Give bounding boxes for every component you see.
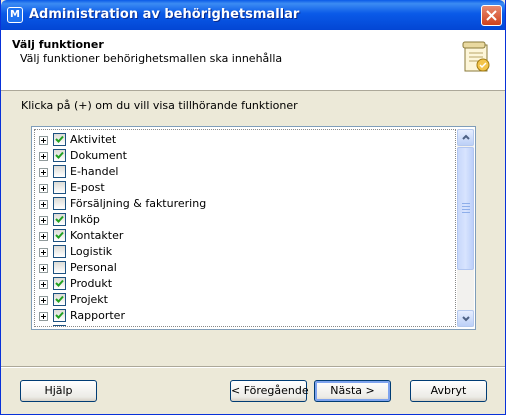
function-checkbox[interactable] (53, 277, 66, 290)
expand-plus-icon[interactable] (39, 232, 48, 241)
function-label: Försäljning & fakturering (70, 197, 207, 210)
wizard-document-icon (462, 41, 490, 72)
chevron-down-icon (462, 316, 470, 322)
tree-item[interactable]: Redovisning (35, 324, 455, 326)
function-checkbox[interactable] (53, 325, 66, 326)
tree-item[interactable]: Projekt (35, 292, 455, 308)
expand-plus-icon[interactable] (39, 152, 48, 161)
thumb-grip (462, 209, 470, 210)
tree-items: Aktivitet Dokument E-handel E-post Försäljni… (34, 129, 456, 327)
tree-item[interactable]: Rapporter (35, 308, 455, 324)
function-checkbox[interactable] (53, 245, 66, 258)
thumb-grip (462, 203, 470, 204)
function-checkbox[interactable] (53, 261, 66, 274)
scroll-up-button[interactable] (457, 129, 474, 146)
chevron-up-icon (462, 134, 470, 140)
thumb-grip (462, 212, 470, 213)
close-button[interactable] (481, 5, 502, 26)
function-label: E-handel (70, 165, 119, 178)
expand-plus-icon[interactable] (39, 312, 48, 321)
tree-item[interactable]: E-handel (35, 164, 455, 180)
function-label: Kontakter (70, 229, 124, 242)
expand-plus-icon[interactable] (39, 168, 48, 177)
function-label: Personal (70, 261, 117, 274)
thumb-grip (462, 206, 470, 207)
functions-tree[interactable]: Aktivitet Dokument E-handel E-post Försäljni… (31, 126, 476, 330)
checkmark-icon (55, 295, 64, 303)
function-label: Dokument (70, 149, 127, 162)
expand-plus-icon[interactable] (39, 264, 48, 273)
expand-plus-icon[interactable] (39, 280, 48, 289)
tree-item[interactable]: Inköp (35, 212, 455, 228)
checkmark-icon (55, 231, 64, 239)
function-label: Projekt (70, 293, 108, 306)
function-label: Redovisning (70, 325, 137, 326)
function-checkbox[interactable] (53, 213, 66, 226)
function-checkbox[interactable] (53, 165, 66, 178)
checkmark-icon (55, 215, 64, 223)
wizard-header: Välj funktioner Välj funktioner behörigh… (1, 30, 505, 91)
checkmark-icon (55, 311, 64, 319)
function-checkbox[interactable] (53, 149, 66, 162)
tree-item[interactable]: E-post (35, 180, 455, 196)
function-label: Produkt (70, 277, 113, 290)
expand-plus-icon[interactable] (39, 136, 48, 145)
title-bar[interactable]: M Administration av behörighetsmallar (1, 0, 505, 30)
function-checkbox[interactable] (53, 293, 66, 306)
expand-plus-icon[interactable] (39, 296, 48, 305)
step-title: Välj funktioner (12, 38, 104, 51)
function-checkbox[interactable] (53, 229, 66, 242)
function-label: Inköp (70, 213, 100, 226)
cancel-button[interactable]: Avbryt (410, 380, 487, 402)
tree-item[interactable]: Produkt (35, 276, 455, 292)
function-checkbox[interactable] (53, 197, 66, 210)
scroll-down-button[interactable] (457, 310, 474, 327)
scroll-thumb[interactable] (457, 147, 474, 270)
checkmark-icon (55, 279, 64, 287)
checkmark-icon (55, 135, 64, 143)
dialog-window: M Administration av behörighetsmallar Vä… (0, 0, 506, 415)
tree-item[interactable]: Försäljning & fakturering (35, 196, 455, 212)
help-button[interactable]: Hjälp (20, 380, 97, 402)
expand-plus-icon[interactable] (39, 184, 48, 193)
app-logo-icon: M (7, 7, 23, 23)
tree-item[interactable]: Aktivitet (35, 132, 455, 148)
function-label: Rapporter (70, 309, 125, 322)
vertical-scrollbar[interactable] (457, 129, 474, 327)
window-title: Administration av behörighetsmallar (29, 7, 300, 22)
expand-plus-icon[interactable] (39, 200, 48, 209)
footer-divider (1, 366, 505, 368)
instruction-text: Klicka på (+) om du vill visa tillhörand… (21, 99, 298, 112)
function-label: Logistik (70, 245, 113, 258)
tree-item[interactable]: Dokument (35, 148, 455, 164)
function-label: Aktivitet (70, 133, 117, 146)
expand-plus-icon[interactable] (39, 216, 48, 225)
function-checkbox[interactable] (53, 309, 66, 322)
tree-item[interactable]: Kontakter (35, 228, 455, 244)
next-button[interactable]: Nästa > (314, 380, 391, 402)
close-icon (486, 10, 497, 21)
function-checkbox[interactable] (53, 181, 66, 194)
function-checkbox[interactable] (53, 133, 66, 146)
function-label: E-post (70, 181, 105, 194)
checkmark-icon (55, 151, 64, 159)
step-subtitle: Välj funktioner behörighetsmallen ska in… (20, 52, 283, 65)
tree-item[interactable]: Logistik (35, 244, 455, 260)
tree-item[interactable]: Personal (35, 260, 455, 276)
previous-button[interactable]: < Föregående (230, 380, 309, 402)
expand-plus-icon[interactable] (39, 248, 48, 257)
